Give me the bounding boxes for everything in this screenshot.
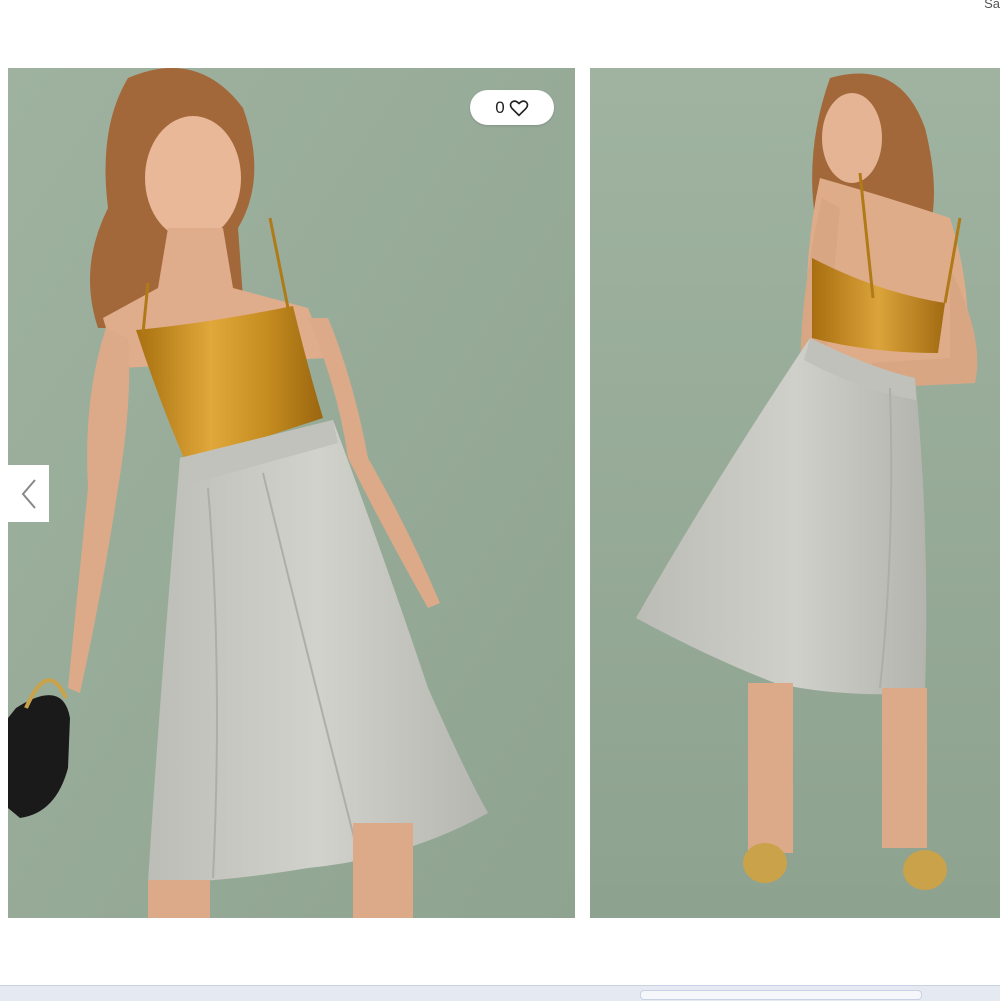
- like-count: 0: [495, 97, 505, 117]
- product-image-front[interactable]: [8, 68, 575, 918]
- product-image-back[interactable]: [590, 68, 1000, 918]
- back-view-illustration: [590, 68, 1000, 918]
- like-button[interactable]: 0: [470, 90, 554, 125]
- heart-icon: [509, 99, 529, 117]
- truncated-header-text: Sa: [984, 0, 1000, 11]
- horizontal-scrollbar-thumb[interactable]: [640, 990, 922, 1000]
- front-view-illustration: [8, 68, 575, 918]
- previous-image-button[interactable]: [8, 465, 49, 522]
- chevron-left-icon: [21, 478, 36, 509]
